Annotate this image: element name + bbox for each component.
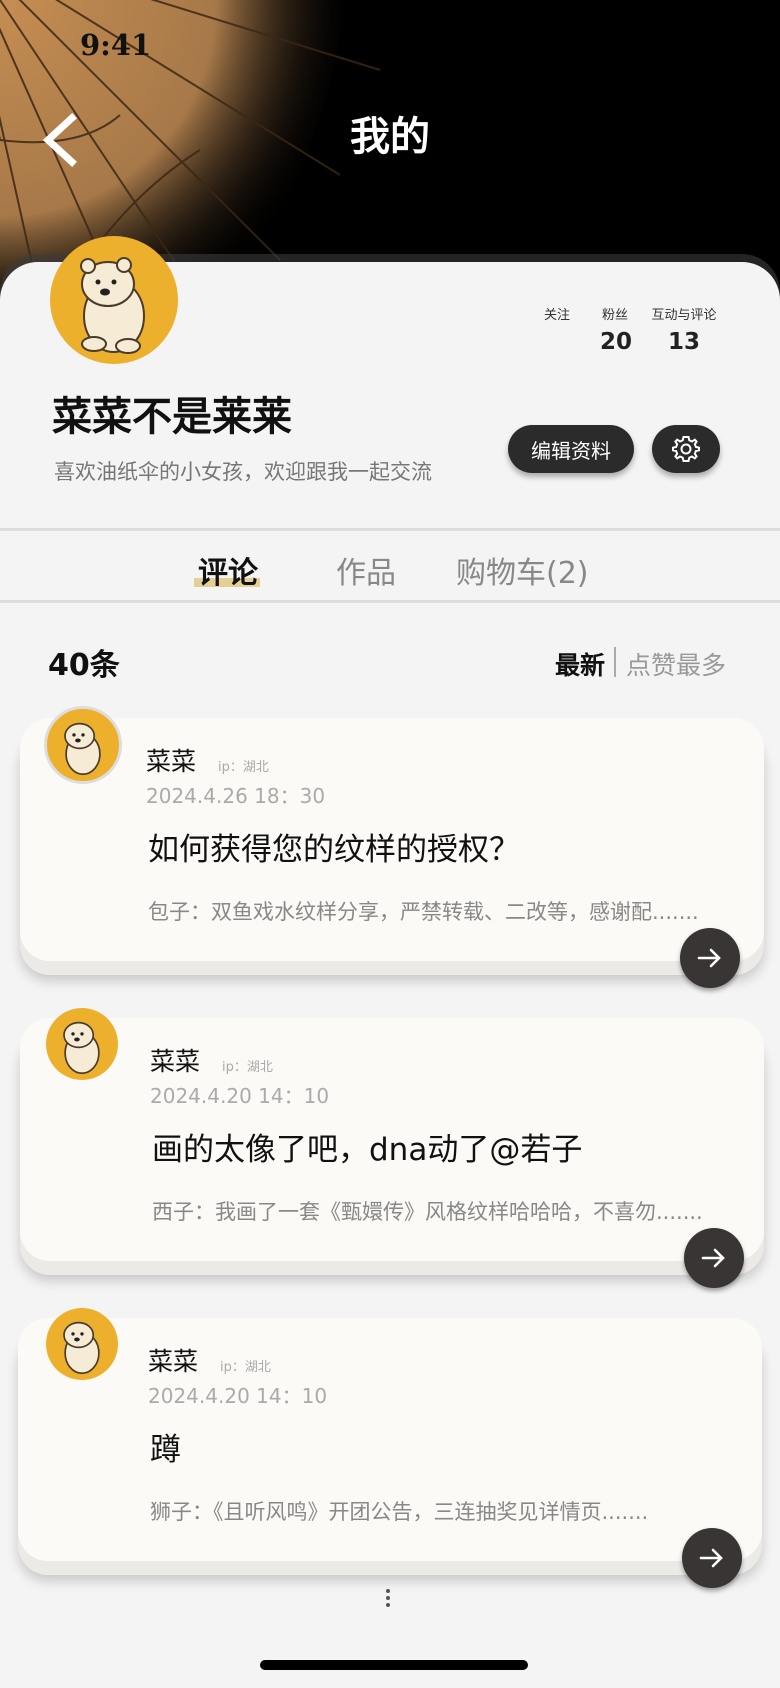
comment-reply-preview: 包子：双鱼戏水纹样分享，严禁转载、二改等，感谢配....... — [148, 900, 699, 924]
comment-card[interactable]: 菜菜 ip：湖北 2024.4.26 18：30 如何获得您的纹样的授权？ 包子… — [20, 706, 764, 988]
tab-works[interactable]: 作品 — [336, 548, 396, 592]
comment-avatar[interactable] — [46, 1008, 118, 1080]
comment-author: 菜菜 — [150, 1047, 201, 1076]
comment-avatar[interactable] — [44, 706, 122, 784]
gear-icon — [672, 436, 700, 462]
stat-followers[interactable]: 粉丝 20 — [600, 304, 633, 355]
load-more-dots-icon[interactable] — [385, 1586, 391, 1610]
status-bar-time: 9:41 — [80, 28, 152, 62]
comment-text: 如何获得您的纹样的授权？ — [148, 832, 520, 868]
comment-text: 画的太像了吧，dna动了@若子 — [152, 1132, 583, 1168]
comment-text: 蹲 — [150, 1432, 181, 1468]
comment-card[interactable]: 菜菜 ip：湖北 2024.4.20 14：10 画的太像了吧，dna动了@若子… — [20, 1008, 764, 1288]
comment-card[interactable]: 菜菜 ip：湖北 2024.4.20 14：10 蹲 狮子：《且听风鸣》开团公告… — [18, 1308, 762, 1588]
user-bio: 喜欢油纸伞的小女孩，欢迎跟我一起交流 — [54, 460, 432, 484]
comment-author: 菜菜 — [148, 1347, 199, 1376]
stat-interactions-label: 互动与评论 — [651, 308, 717, 323]
comment-time: 2024.4.20 14：10 — [150, 1084, 330, 1108]
open-comment-button[interactable] — [680, 928, 740, 988]
arrow-right-icon — [697, 948, 721, 968]
stat-interactions-value: 13 — [667, 329, 700, 355]
home-indicator[interactable] — [260, 1660, 528, 1670]
tab-cart[interactable]: 购物车(2) — [456, 548, 589, 592]
comment-author: 菜菜 — [146, 747, 197, 776]
comment-time: 2024.4.20 14：10 — [148, 1384, 328, 1408]
arrow-right-icon — [701, 1248, 725, 1268]
tabs-top-divider — [0, 528, 780, 531]
open-comment-button[interactable] — [684, 1228, 744, 1288]
sort-most-liked[interactable]: 点赞最多 — [626, 646, 726, 682]
comment-ip: ip：湖北 — [220, 1360, 271, 1375]
tab-comments[interactable]: 评论 — [198, 548, 258, 592]
settings-button[interactable] — [652, 425, 720, 473]
comment-avatar[interactable] — [46, 1308, 118, 1380]
stat-followers-label: 粉丝 — [601, 308, 628, 323]
open-comment-button[interactable] — [682, 1528, 742, 1588]
profile-avatar[interactable] — [50, 236, 178, 364]
comment-time: 2024.4.26 18：30 — [146, 784, 326, 808]
bear-avatar-icon — [80, 257, 145, 354]
stat-followers-value: 20 — [600, 329, 633, 355]
comment-reply-preview: 狮子：《且听风鸣》开团公告，三连抽奖见详情页....... — [150, 1500, 649, 1524]
comment-ip: ip：湖北 — [222, 1060, 273, 1075]
comment-reply-preview: 西子：我画了一套《甄嬛传》风格纹样哈哈哈，不喜勿....... — [152, 1200, 703, 1224]
page-title: 我的 — [350, 114, 430, 160]
sort-separator — [614, 647, 616, 677]
comment-ip: ip：湖北 — [218, 760, 269, 775]
bear-avatar-icon — [63, 1021, 100, 1075]
stat-following-label: 关注 — [543, 308, 570, 323]
stat-following[interactable]: 关注 — [542, 304, 572, 329]
edit-profile-button[interactable]: 编辑资料 — [508, 425, 634, 473]
stat-interactions[interactable]: 互动与评论 13 — [648, 304, 720, 355]
tabs-bottom-divider — [0, 600, 780, 603]
bear-avatar-icon — [64, 722, 101, 776]
user-name: 菜菜不是莱莱 — [52, 394, 292, 440]
comment-count: 40条 — [48, 648, 120, 683]
bear-avatar-icon — [63, 1321, 100, 1375]
sort-newest[interactable]: 最新 — [555, 646, 605, 682]
arrow-right-icon — [699, 1548, 723, 1568]
